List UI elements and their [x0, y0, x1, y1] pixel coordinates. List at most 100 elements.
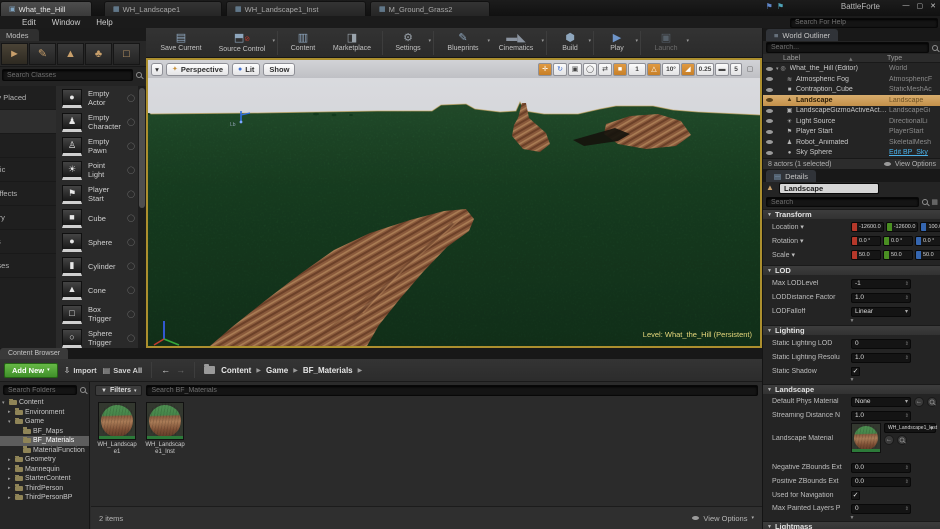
lightmass-section-header[interactable]: ▼Lightmass: [763, 521, 940, 529]
forward-button[interactable]: →: [176, 365, 185, 375]
visibility-eye-icon[interactable]: [763, 98, 776, 102]
list-item[interactable]: ♙Empty Pawn◯: [56, 134, 138, 158]
grab-handle-icon[interactable]: ◯: [127, 214, 135, 222]
build-button[interactable]: ⬢ Build ▾: [550, 28, 590, 57]
folder-startercontent[interactable]: ▸StarterContent: [0, 474, 89, 484]
landscape-material-thumbnail[interactable]: [851, 423, 881, 453]
notification-flag-icons[interactable]: ⚑⚑: [766, 2, 788, 11]
source-control-button[interactable]: ⬒⊘ Source Control ▾: [210, 28, 274, 57]
marketplace-button[interactable]: ◨ Marketplace: [325, 28, 379, 57]
category-geometry[interactable]: Geometry: [0, 206, 56, 230]
modes-tab[interactable]: Modes: [0, 29, 39, 41]
visibility-eye-icon[interactable]: [763, 119, 776, 123]
dropdown-caret-icon[interactable]: ▾: [272, 38, 275, 44]
folder-bf-materials-selected[interactable]: BF_Materials: [0, 436, 89, 446]
scale-snap-value[interactable]: 0.25: [696, 63, 714, 76]
category-all-classes[interactable]: All Classes: [0, 254, 56, 278]
category-lights[interactable]: Lights: [0, 134, 56, 158]
cb-view-options[interactable]: View Options▾: [692, 514, 754, 523]
outliner-row[interactable]: ▣LandscapeGizmoActiveActor1LandscapeGi: [763, 106, 940, 117]
place-mode-icon[interactable]: ►: [1, 43, 28, 65]
max-painted-layers-field[interactable]: 0⇕: [851, 504, 911, 514]
content-browser-tab[interactable]: Content Browser: [0, 348, 68, 359]
positive-zbounds-field[interactable]: 0.0⇕: [851, 477, 911, 487]
rotation-xyz[interactable]: 0.0 ° 0.0 ° 0.0 °: [851, 236, 940, 246]
category-volumes[interactable]: Volumes: [0, 230, 56, 254]
content-button[interactable]: ▥ Content: [281, 28, 325, 57]
visibility-eye-icon[interactable]: [763, 88, 776, 92]
search-folders-input[interactable]: [3, 385, 77, 395]
world-local-toggle-button[interactable]: ◯: [583, 63, 597, 76]
list-item[interactable]: ♟Empty Character◯: [56, 110, 138, 134]
landscape-material-dropdown[interactable]: WH_Landscape1_Inst: [884, 423, 936, 433]
save-all-button[interactable]: ▤Save All: [103, 366, 142, 375]
camera-speed-value[interactable]: 5: [730, 63, 742, 76]
breadcrumb-bf-materials[interactable]: BF_Materials: [303, 366, 353, 375]
world-outliner-tab[interactable]: ≡World Outliner: [766, 29, 838, 41]
folder-geometry[interactable]: ▸Geometry: [0, 455, 89, 465]
list-item[interactable]: ■Cube◯: [56, 206, 138, 230]
dropdown-caret-icon[interactable]: ▾: [428, 38, 431, 44]
grab-handle-icon[interactable]: ◯: [127, 286, 135, 294]
tab-wh-landscape1[interactable]: ▦ WH_Landscape1: [104, 1, 222, 16]
static-lighting-lod-field[interactable]: 0⇕: [851, 339, 911, 349]
angle-snap-value[interactable]: 10°: [662, 63, 680, 76]
advanced-expander[interactable]: ▼: [763, 377, 940, 383]
list-item[interactable]: ●Empty Actor◯: [56, 86, 138, 110]
geometry-mode-icon[interactable]: □: [113, 43, 140, 65]
folder-content[interactable]: ▾Content: [0, 398, 89, 408]
category-recently-placed[interactable]: Recently Placed: [0, 86, 56, 110]
help-search-input[interactable]: [790, 18, 938, 28]
dropdown-caret-icon[interactable]: ▾: [588, 38, 591, 44]
tab-wh-landscape1-inst[interactable]: ▦ WH_Landscape1_Inst: [226, 1, 366, 16]
scale-tool-button[interactable]: ▣: [568, 63, 582, 76]
streaming-distance-field[interactable]: 1.0⇕: [851, 411, 911, 421]
asset-wh-landscape1[interactable]: WH_Landscape1: [96, 402, 138, 456]
import-button[interactable]: ⇩Import: [64, 366, 97, 375]
outliner-row[interactable]: ☀Light SourceDirectionalLi: [763, 116, 940, 127]
camera-speed-icon[interactable]: ▬: [715, 63, 729, 76]
outliner-row[interactable]: ♟Robot_AnimatedSkeletalMesh: [763, 137, 940, 148]
viewport-options-button[interactable]: ▾: [151, 63, 163, 76]
grab-handle-icon[interactable]: ◯: [127, 334, 135, 342]
menu-window[interactable]: Window: [52, 18, 80, 27]
visibility-eye-icon[interactable]: [763, 130, 776, 134]
outliner-row[interactable]: ▾◎What_the_Hill (Editor)World: [763, 64, 940, 75]
list-item[interactable]: ⚑Player Start◯: [56, 182, 138, 206]
folder-thirdperson[interactable]: ▸ThirdPerson: [0, 484, 89, 494]
property-matrix-icon[interactable]: ▦: [931, 198, 938, 206]
folder-mannequin[interactable]: ▸Mannequin: [0, 465, 89, 475]
menu-help[interactable]: Help: [96, 18, 112, 27]
grab-handle-icon[interactable]: ◯: [127, 238, 135, 246]
list-item[interactable]: □Box Trigger◯: [56, 302, 138, 326]
level-viewport[interactable]: ▾ ✦Perspective ●Lit Show ✛ ↻ ▣ ◯ ⇄ ■ 1 △…: [146, 58, 762, 348]
actor-name-field[interactable]: Landscape: [779, 183, 879, 194]
breadcrumb-game[interactable]: Game: [266, 366, 288, 375]
grab-handle-icon[interactable]: ◯: [127, 142, 135, 150]
cinematics-button[interactable]: ▬◣ Cinematics ▾: [489, 28, 543, 57]
list-item[interactable]: ●Sphere◯: [56, 230, 138, 254]
grab-handle-icon[interactable]: ◯: [127, 310, 135, 318]
lod-section-header[interactable]: ▼LOD: [763, 265, 940, 275]
outliner-search-input[interactable]: [766, 42, 929, 53]
maximize-viewport-button[interactable]: ▢: [743, 63, 757, 76]
list-item[interactable]: ○Sphere Trigger◯: [56, 326, 138, 348]
grab-handle-icon[interactable]: ◯: [127, 94, 135, 102]
modes-scrollbar[interactable]: [138, 86, 146, 348]
add-new-button[interactable]: Add New▾: [4, 363, 58, 378]
show-button[interactable]: Show: [263, 63, 295, 76]
negative-zbounds-field[interactable]: 0.0⇕: [851, 463, 911, 473]
outliner-row[interactable]: ≋Atmospheric FogAtmosphericF: [763, 74, 940, 85]
details-tab[interactable]: ▤Details: [766, 170, 816, 182]
folder-materialfunction[interactable]: MaterialFunction: [0, 446, 89, 456]
browse-icon[interactable]: [927, 397, 937, 407]
location-xyz[interactable]: -12600.0 -12600.0 100.0 cm: [851, 222, 940, 232]
outliner-row[interactable]: ●Sky SphereEdit BP_Sky: [763, 148, 940, 159]
outliner-header[interactable]: Label Type ▴: [763, 54, 940, 63]
view-mode-button[interactable]: ●Lit: [232, 63, 260, 76]
tab-m-ground-grass2[interactable]: ▦ M_Ground_Grass2: [370, 1, 490, 16]
grab-handle-icon[interactable]: ◯: [127, 118, 135, 126]
max-lodlevel-field[interactable]: -1⇕: [851, 279, 911, 289]
edit-bp-sky-link[interactable]: Edit BP_Sky: [889, 149, 940, 156]
visibility-eye-icon[interactable]: [763, 67, 776, 71]
